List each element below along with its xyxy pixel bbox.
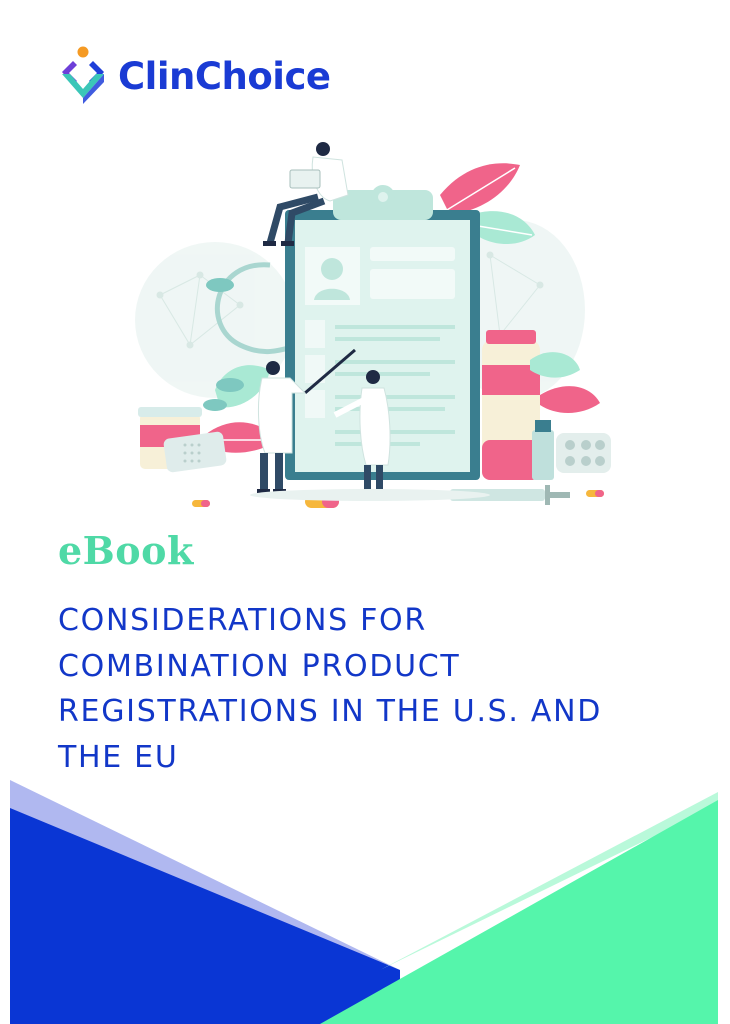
clinchoice-logo: ClinChoice xyxy=(58,44,331,108)
footer-geometric-shapes xyxy=(10,780,718,1024)
small-vial-icon xyxy=(532,420,554,480)
brand-name: ClinChoice xyxy=(118,54,331,98)
footer-blue-triangle xyxy=(10,808,400,1024)
logo-orange-dot xyxy=(77,46,89,58)
capsule-icon xyxy=(192,500,210,507)
ebook-title: CONSIDERATIONS FOR COMBINATION PRODUCT R… xyxy=(58,598,678,780)
capsule-icon xyxy=(586,490,604,497)
ground-shadow xyxy=(250,489,490,501)
title-line: CONSIDERATIONS FOR xyxy=(58,603,427,638)
title-line: REGISTRATIONS IN THE U.S. AND xyxy=(58,694,603,729)
pink-leaf-icon xyxy=(540,386,600,413)
medicine-bottle-icon xyxy=(482,330,540,480)
pill-blister-icon xyxy=(556,433,611,473)
pink-leaf-icon xyxy=(440,163,520,215)
ebook-cover: ClinChoice eBook CONSIDERATIONS FOR COMB… xyxy=(0,0,730,1024)
clinchoice-logo-icon xyxy=(62,46,104,104)
title-line: COMBINATION PRODUCT xyxy=(58,648,461,684)
ebook-label: eBook xyxy=(58,528,194,573)
clipboard-with-doctors-illustration xyxy=(135,142,611,508)
